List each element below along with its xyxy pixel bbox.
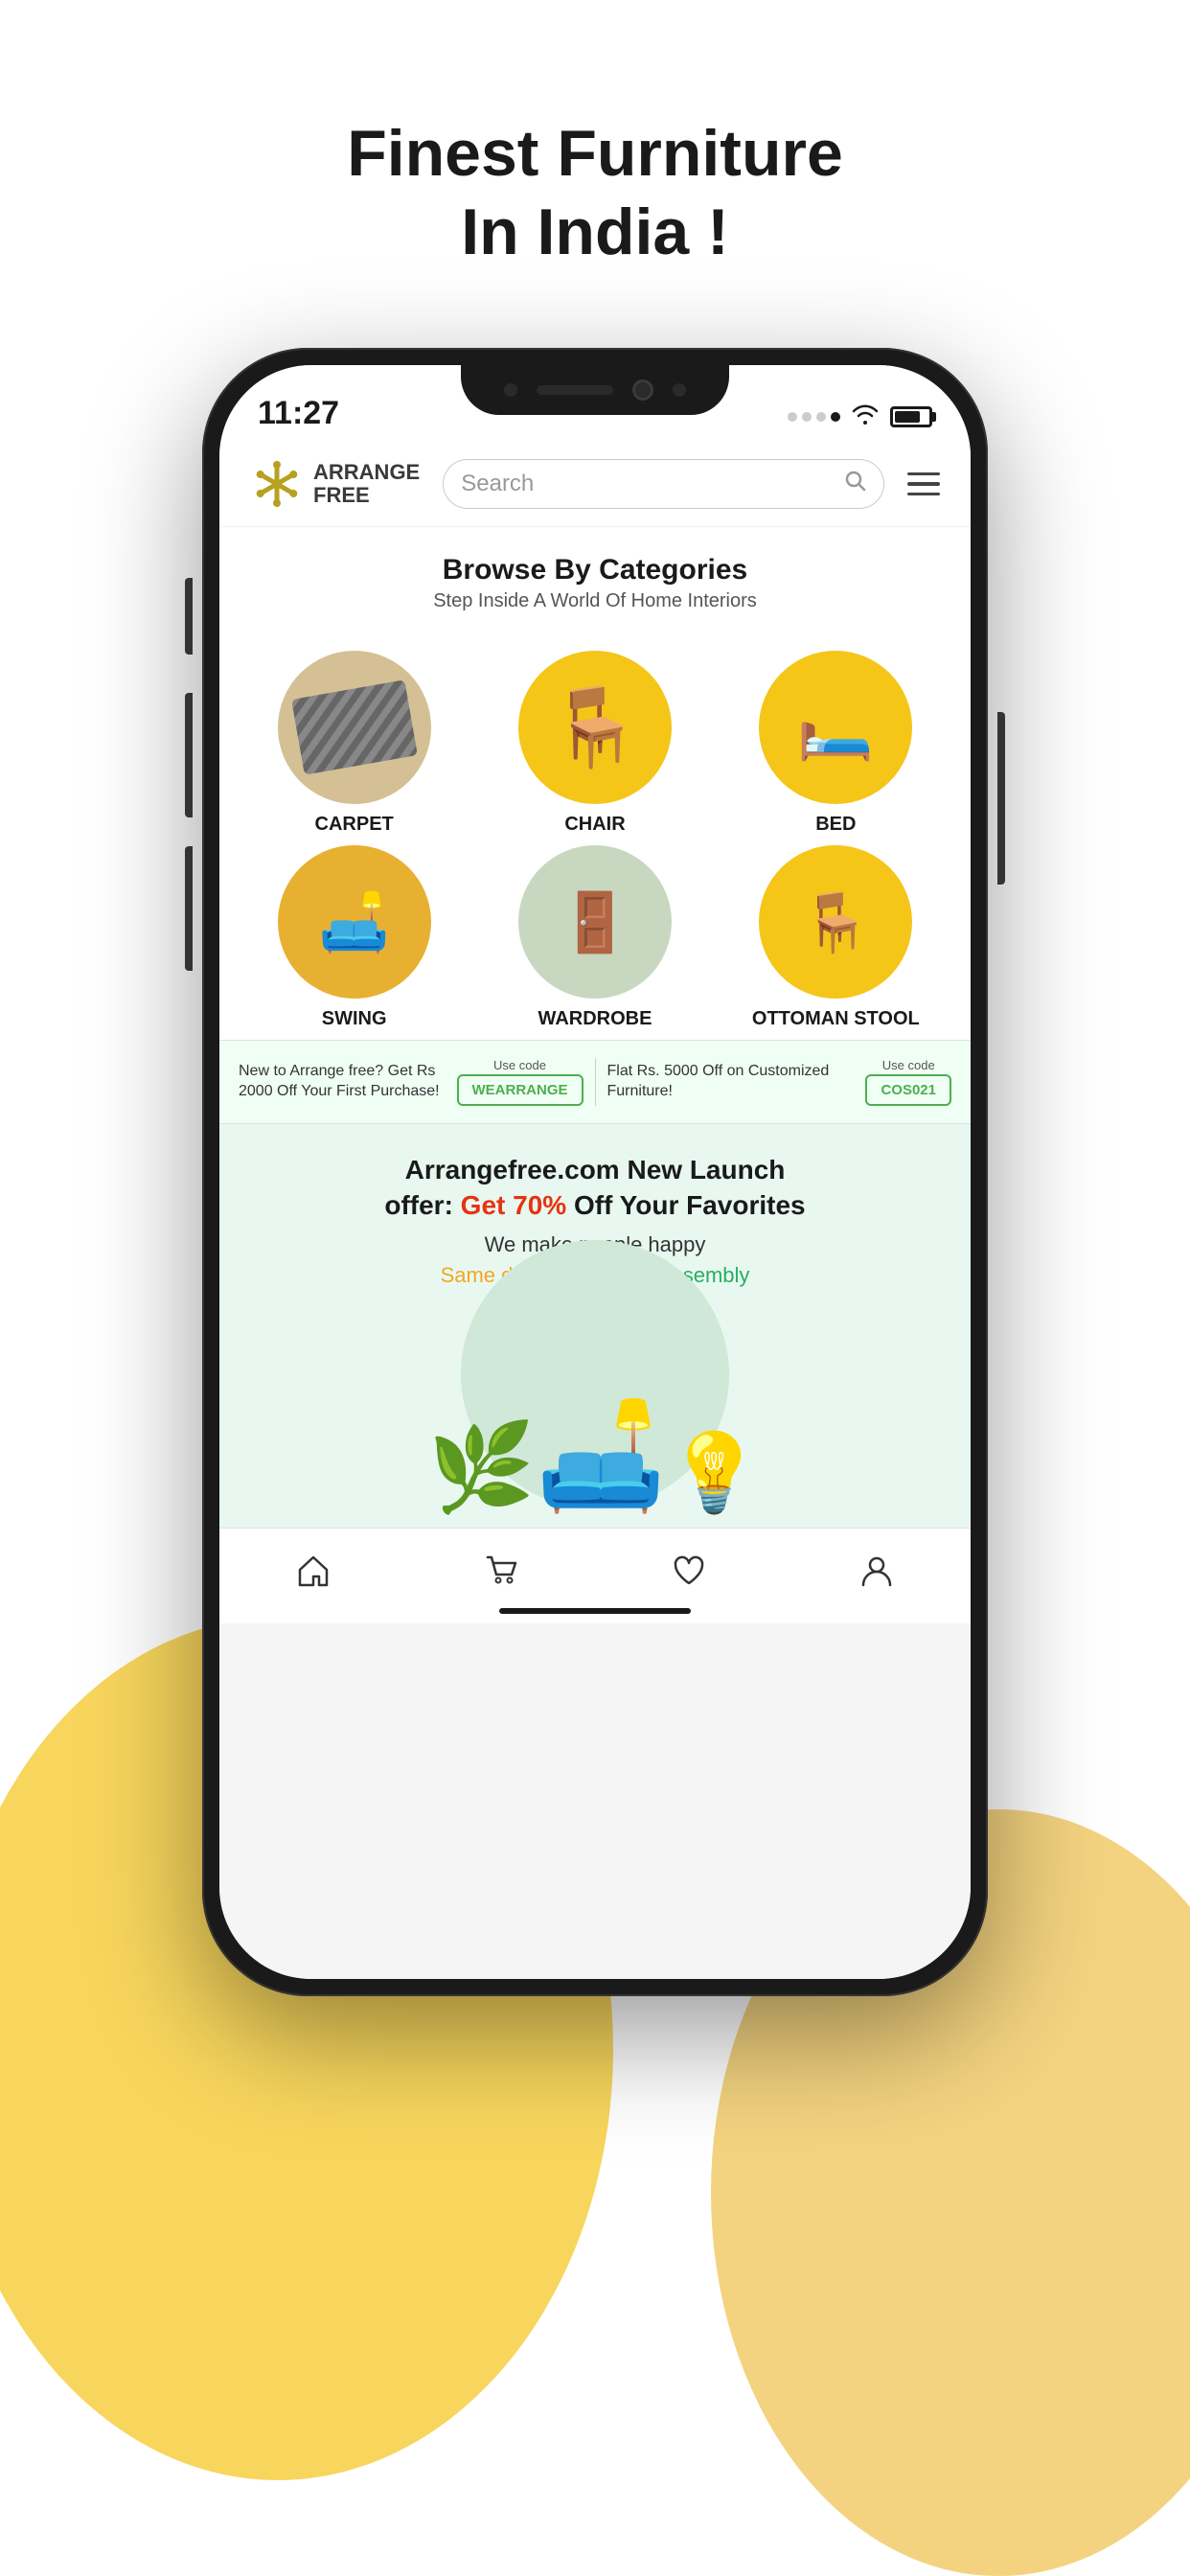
page-title: Finest Furniture In India ! — [347, 115, 843, 271]
launch-title-part2: offer: — [384, 1190, 460, 1220]
search-text: Search — [461, 471, 835, 497]
logo-free: FREE — [313, 484, 420, 507]
wardrobe-image: 🚪 — [560, 888, 631, 956]
lamp-emoji: 💡 — [667, 1428, 763, 1518]
category-circle-swing: 🛋️ — [278, 845, 431, 999]
category-circle-carpet — [278, 651, 431, 804]
category-label-ottoman: Ottoman Stool — [752, 1008, 920, 1030]
sofa-emoji: 🛋️ — [536, 1394, 667, 1518]
phone-mockup: 11:27 — [202, 348, 988, 1996]
launch-title-highlight: Get 70% — [461, 1190, 567, 1220]
category-label-wardrobe: Wardrobe — [538, 1008, 652, 1030]
nav-item-wishlist[interactable] — [652, 1543, 726, 1608]
promo-code-2: COS021 — [865, 1074, 951, 1106]
home-indicator — [499, 1608, 691, 1614]
promo-divider — [595, 1058, 596, 1106]
category-grid: CARPET 🪑 CHAIR 🛏️ BED — [219, 632, 971, 1040]
signal-dots — [788, 412, 840, 422]
promo-code-1: WEARRANGE — [457, 1074, 584, 1106]
profile-icon — [858, 1552, 895, 1598]
promo-text-1: New to Arrange free? Get Rs 2000 Off You… — [239, 1062, 447, 1102]
category-item-chair[interactable]: 🪑 CHAIR — [479, 651, 710, 836]
browse-section: Browse By Categories Step Inside A World… — [219, 527, 971, 632]
signal-dot-2 — [802, 412, 812, 422]
promo-item-1: New to Arrange free? Get Rs 2000 Off You… — [239, 1058, 584, 1106]
browse-title: Browse By Categories — [239, 554, 951, 586]
signal-dot-4 — [831, 412, 840, 422]
app-header: ARRANGE FREE Search — [219, 442, 971, 527]
launch-title-part1: Arrangefree.com New Launch — [405, 1155, 786, 1184]
menu-line-2 — [907, 482, 940, 486]
logo-icon — [250, 457, 304, 511]
category-item-swing[interactable]: 🛋️ Swing — [239, 845, 469, 1030]
category-label-chair: CHAIR — [564, 814, 625, 836]
status-time: 11:27 — [258, 395, 339, 432]
category-circle-bed: 🛏️ — [759, 651, 912, 804]
menu-icon[interactable] — [907, 472, 940, 496]
sofa-scene: 🌿 🛋️ 💡 — [248, 1394, 942, 1518]
nav-item-home[interactable] — [276, 1543, 351, 1608]
volume-silent-button — [185, 578, 193, 655]
phone-screen: 11:27 — [219, 365, 971, 1979]
sofa-image-area: 🌿 🛋️ 💡 — [248, 1307, 942, 1518]
ottoman-image: 🪑 — [800, 888, 872, 956]
launch-offer-title: Arrangefree.com New Launch offer: Get 70… — [248, 1153, 942, 1223]
notch-camera — [632, 380, 653, 401]
logo-area: ARRANGE FREE — [250, 457, 420, 511]
category-label-bed: BED — [815, 814, 856, 836]
launch-offer-section: Arrangefree.com New Launch offer: Get 70… — [219, 1124, 971, 1528]
promo-text-2: Flat Rs. 5000 Off on Customized Furnitur… — [607, 1062, 857, 1102]
category-item-bed[interactable]: 🛏️ BED — [721, 651, 951, 836]
logo-arrange: ARRANGE — [313, 461, 420, 484]
menu-line-1 — [907, 472, 940, 476]
swing-image: 🛋️ — [318, 888, 390, 956]
notch-speaker — [537, 385, 613, 395]
title-line1: Finest Furniture — [347, 117, 843, 190]
title-line2: In India ! — [461, 196, 729, 268]
phone-frame: 11:27 — [202, 348, 988, 1996]
plant-emoji: 🌿 — [428, 1417, 536, 1518]
bottom-nav — [219, 1528, 971, 1623]
power-button — [997, 712, 1005, 885]
home-icon — [295, 1552, 332, 1598]
volume-down-button — [185, 846, 193, 971]
category-item-wardrobe[interactable]: 🚪 Wardrobe — [479, 845, 710, 1030]
search-icon — [845, 471, 866, 497]
battery-fill — [895, 411, 920, 423]
carpet-image — [291, 679, 418, 775]
browse-subtitle: Step Inside A World Of Home Interiors — [239, 590, 951, 612]
menu-line-3 — [907, 493, 940, 496]
notch-dot — [504, 383, 517, 397]
phone-notch — [461, 365, 729, 415]
cart-icon — [483, 1552, 519, 1598]
logo-text: ARRANGE FREE — [313, 461, 420, 507]
category-circle-wardrobe: 🚪 — [518, 845, 672, 999]
category-item-carpet[interactable]: CARPET — [239, 651, 469, 836]
promo-code-label-1: Use code — [493, 1058, 546, 1072]
category-circle-ottoman: 🪑 — [759, 845, 912, 999]
battery-icon — [890, 406, 932, 427]
promo-item-2: Flat Rs. 5000 Off on Customized Furnitur… — [607, 1058, 952, 1106]
launch-title-part3: Off Your Favorites — [566, 1190, 805, 1220]
notch-dot2 — [673, 383, 686, 397]
heart-icon — [671, 1552, 707, 1598]
promo-code-label-2: Use code — [882, 1058, 935, 1072]
category-label-carpet: CARPET — [315, 814, 394, 836]
wifi-icon — [852, 402, 879, 432]
category-circle-chair: 🪑 — [518, 651, 672, 804]
promo-banner: New to Arrange free? Get Rs 2000 Off You… — [219, 1040, 971, 1124]
volume-up-button — [185, 693, 193, 817]
app-content: Browse By Categories Step Inside A World… — [219, 527, 971, 1979]
category-label-swing: Swing — [322, 1008, 387, 1030]
nav-item-cart[interactable] — [464, 1543, 538, 1608]
category-item-ottoman[interactable]: 🪑 Ottoman Stool — [721, 845, 951, 1030]
search-box[interactable]: Search — [443, 459, 884, 509]
bed-image: 🛏️ — [797, 691, 875, 764]
nav-item-profile[interactable] — [839, 1543, 914, 1608]
status-icons — [788, 402, 932, 432]
signal-dot-3 — [816, 412, 826, 422]
signal-dot-1 — [788, 412, 797, 422]
chair-image: 🪑 — [547, 682, 643, 772]
